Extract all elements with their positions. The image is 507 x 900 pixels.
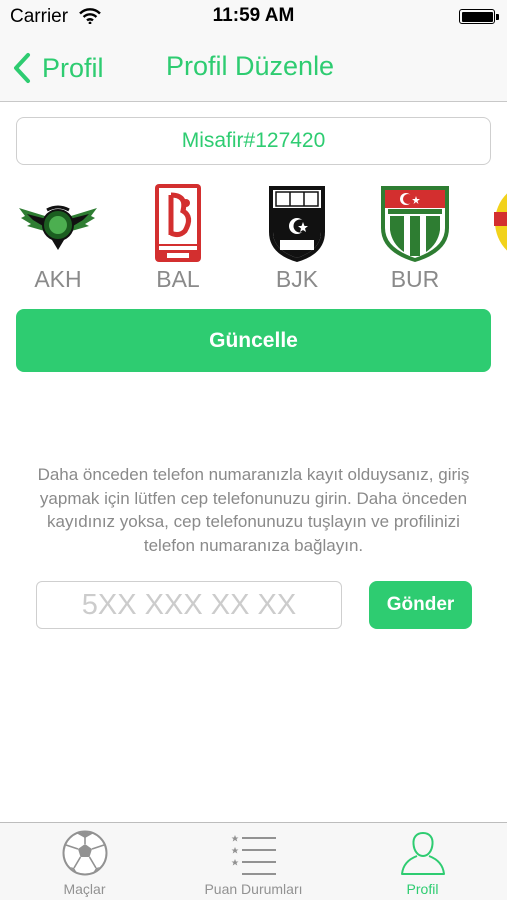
send-button[interactable]: Gönder <box>369 581 472 629</box>
tab-bar: Maçlar Puan Durumları Profil <box>0 822 507 900</box>
battery-nub <box>496 14 499 20</box>
akhisar-crest-icon <box>3 182 113 264</box>
page-title: Profil Düzenle <box>166 51 335 81</box>
team-item-bjk[interactable]: BJK <box>242 178 352 298</box>
battery-icon <box>459 9 495 24</box>
username-field[interactable]: Misafir#127420 <box>16 117 491 165</box>
team-item-bur[interactable]: BUR <box>360 178 470 298</box>
update-button[interactable]: Güncelle <box>16 309 491 372</box>
besiktas-crest-icon <box>242 182 352 264</box>
phone-info-text: Daha önceden telefon numaranızla kayıt o… <box>37 465 470 555</box>
tab-matches[interactable]: Maçlar <box>0 823 169 900</box>
tab-label: Maçlar <box>63 881 106 897</box>
standings-list-icon <box>231 835 276 875</box>
tab-profile[interactable]: Profil <box>338 823 507 900</box>
balikesirspor-crest-icon <box>123 182 233 264</box>
profile-person-icon <box>400 831 445 875</box>
status-bar: Carrier 11:59 AM <box>0 0 507 34</box>
nav-bar: Profil Profil Düzenle <box>0 34 507 102</box>
team-code: BAL <box>156 266 200 292</box>
back-button[interactable]: Profil <box>12 50 104 86</box>
team-code: BJK <box>275 266 319 292</box>
team-item-bal[interactable]: BAL <box>123 178 233 298</box>
team-item-partial[interactable] <box>480 178 507 298</box>
chevron-left-icon <box>14 53 30 83</box>
tab-standings[interactable]: Puan Durumları <box>169 823 338 900</box>
back-button-label: Profil <box>42 52 104 83</box>
clock: 11:59 AM <box>212 5 295 26</box>
tab-label: Profil <box>406 881 439 897</box>
bursaspor-crest-icon <box>360 182 470 264</box>
tab-label: Puan Durumları <box>204 881 303 897</box>
team-code: AKH <box>34 266 82 292</box>
yellow-crest-icon <box>480 182 507 264</box>
team-selector[interactable]: AKH BAL BJK BUR <box>0 178 507 298</box>
soccer-ball-icon <box>62 830 107 876</box>
phone-input[interactable] <box>36 581 342 629</box>
team-code: BUR <box>390 266 440 292</box>
team-item-akh[interactable]: AKH <box>3 178 113 298</box>
